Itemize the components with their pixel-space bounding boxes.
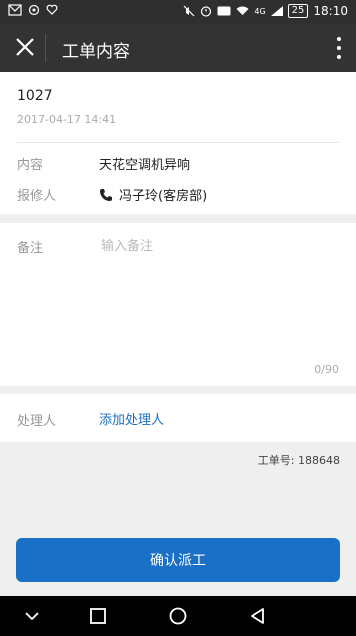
remark-input[interactable] [99,233,343,357]
battery-level: 25 [287,4,309,18]
status-bar: 4G 25 18:10 [0,0,356,24]
wifi-icon [236,6,249,15]
hd-icon [217,6,231,16]
close-icon[interactable] [14,36,36,58]
add-handler-link[interactable]: 添加处理人 [99,409,164,428]
handler-card: 处理人 添加处理人 [0,394,356,442]
chevron-down-icon[interactable] [20,604,44,628]
heart-icon [46,4,58,15]
status-time: 18:10 [313,4,348,18]
signal-icon [270,6,283,16]
navigation-bar [0,596,356,636]
app-bar-divider [45,34,46,62]
remark-label: 备注 [17,241,44,256]
content-label: 内容 [17,158,44,173]
page-title: 工单内容 [62,42,130,62]
phone-icon[interactable] [99,188,113,202]
sync-icon [28,4,40,16]
status-left-icons [8,4,58,16]
back-icon[interactable] [246,604,270,628]
reporter-label: 报修人 [17,189,57,204]
order-info-card: 1027 2017-04-17 14:41 内容 天花空调机异响 报修人 冯子玲… [0,72,356,214]
status-right-icons: 4G 25 18:10 [183,4,348,18]
remark-counter: 0/90 [314,363,339,376]
remark-card: 备注 0/90 [0,223,356,386]
divider [17,142,339,143]
home-icon[interactable] [166,604,190,628]
mute-icon [183,5,195,17]
order-time: 2017-04-17 14:41 [17,113,117,126]
content-value: 天花空调机异响 [99,158,191,173]
order-id: 1027 [17,88,53,104]
more-options-icon[interactable] [336,37,342,59]
mail-icon [8,4,22,16]
confirm-dispatch-button[interactable]: 确认派工 [16,538,340,582]
app-bar: 工单内容 [0,24,356,72]
recent-apps-icon[interactable] [86,604,110,628]
handler-label: 处理人 [17,414,57,429]
alarm-icon [201,6,212,17]
network-type: 4G [254,6,266,16]
reporter-name: 冯子玲(客房部) [119,189,208,204]
work-number: 工单号: 188648 [257,454,340,467]
reporter-value: 冯子玲(客房部) [99,185,207,204]
